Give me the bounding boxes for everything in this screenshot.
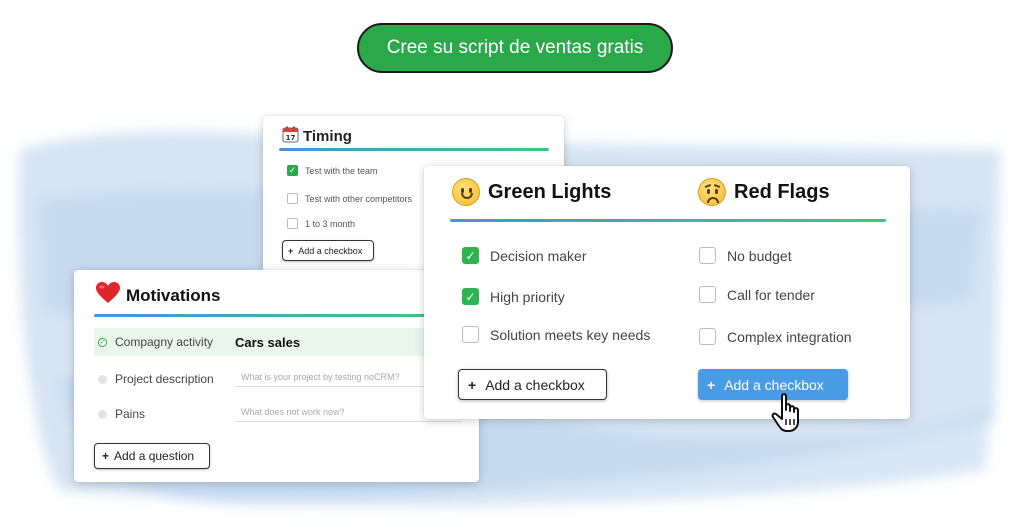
question-row: Project description What is your project… [94,365,464,393]
add-question-button[interactable]: + Add a question [94,443,210,469]
red-flag-item[interactable]: No budget [699,247,792,264]
timing-divider [279,148,549,151]
checkbox[interactable] [699,286,716,303]
green-light-item[interactable]: ✓ High priority [462,288,565,305]
green-lights-title: Green Lights [452,178,611,206]
status-dot [98,409,107,419]
calendar-icon: 17 [282,126,299,147]
checkbox[interactable] [699,247,716,264]
heart-icon [96,282,120,309]
checkbox[interactable] [287,193,298,204]
plus-icon: + [707,376,716,393]
card-divider [450,219,886,222]
green-light-item[interactable]: Solution meets key needs [462,326,650,343]
red-flag-item[interactable]: Call for tender [699,286,815,303]
timing-checkbox-item[interactable]: Test with other competitors [287,193,412,204]
green-light-item[interactable]: ✓ Decision maker [462,247,586,264]
plus-icon: + [468,376,477,393]
check-icon[interactable]: ✓ [287,165,298,176]
checkbox[interactable] [462,326,479,343]
svg-text:17: 17 [286,134,296,142]
timing-add-checkbox-button[interactable]: + Add a checkbox [282,240,374,261]
question-row: ✓ Compagny activity Cars sales [94,328,464,356]
motivations-title: Motivations [96,282,220,309]
checkbox[interactable] [699,328,716,345]
plus-icon: + [288,245,294,256]
green-add-checkbox-button[interactable]: + Add a checkbox [458,369,607,400]
smiling-face-icon [452,178,480,206]
cta-button[interactable]: Cree su script de ventas gratis [357,23,673,73]
timing-checkbox-item[interactable]: ✓ Test with the team [287,165,378,176]
motivations-card: Motivations ✓ Compagny activity Cars sal… [74,270,479,482]
qualification-card: Green Lights Red Flags ✓ Decision maker … [424,166,910,419]
timing-title: 17 Timing [282,126,352,147]
answer-value[interactable]: Cars sales [235,335,300,350]
check-icon[interactable]: ✓ [462,247,479,264]
red-flags-title: Red Flags [698,178,830,206]
status-dot [98,374,107,384]
hand-pointer-icon [771,393,799,432]
question-row: Pains What does not work now? [94,400,464,428]
check-icon[interactable]: ✓ [462,288,479,305]
plus-icon: + [102,449,110,463]
motivations-divider [94,314,454,317]
worried-face-icon [698,178,726,206]
red-flag-item[interactable]: Complex integration [699,328,852,345]
timing-checkbox-item[interactable]: 1 to 3 month [287,218,355,229]
checkbox[interactable] [287,218,298,229]
check-circle-icon: ✓ [98,337,107,347]
